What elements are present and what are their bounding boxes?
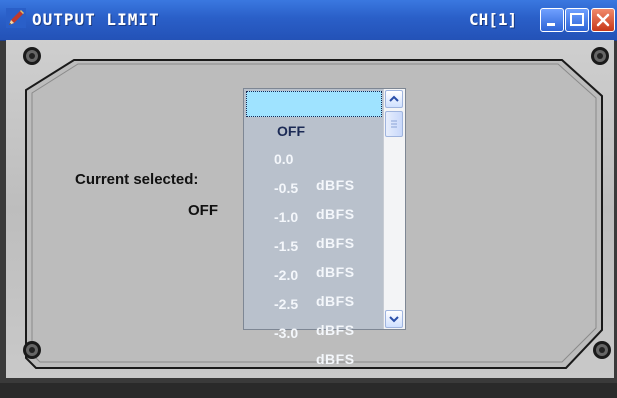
pencil-icon [6, 8, 26, 28]
maximize-icon [570, 13, 584, 26]
list-item[interactable]: 0.0 dBFS [246, 120, 382, 193]
list-item[interactable]: -2.0 dBFS [246, 236, 382, 309]
option-unit: dBFS [316, 351, 355, 367]
list-item-off[interactable]: OFF [246, 91, 382, 139]
maximize-button[interactable] [565, 8, 589, 32]
list-item[interactable]: -1.0 dBFS [246, 178, 382, 251]
chevron-up-icon [389, 95, 399, 102]
close-icon [596, 13, 610, 27]
channel-indicator: CH[1] [469, 10, 518, 29]
title-bar[interactable]: OUTPUT LIMIT CH[1] [0, 0, 617, 41]
list-item[interactable]: -1.5 dBFS [246, 207, 382, 280]
scroll-thumb[interactable] [385, 111, 403, 137]
current-selected-value: OFF [188, 202, 218, 219]
minimize-button[interactable] [540, 8, 564, 32]
close-button[interactable] [591, 8, 615, 32]
option-unit: dBFS [316, 322, 355, 338]
screw-icon [23, 341, 41, 359]
scroll-down-button[interactable] [385, 310, 403, 328]
minimize-icon [547, 23, 555, 26]
chevron-down-icon [389, 316, 399, 323]
screw-icon [593, 341, 611, 359]
option-list: OFF 0.0 dBFS -0.5 dBFS -1.0 dBFS -1.5 dB… [244, 89, 384, 367]
screw-icon [591, 47, 609, 65]
output-limit-window: OUTPUT LIMIT CH[1] Current selected: OFF… [0, 0, 617, 383]
vertical-scrollbar[interactable] [383, 89, 405, 329]
screw-icon [23, 47, 41, 65]
list-item[interactable]: -2.5 dBFS [246, 265, 382, 338]
window-title: OUTPUT LIMIT [32, 10, 160, 29]
current-selected-label: Current selected: [75, 171, 199, 188]
list-item[interactable]: -0.5 dBFS [246, 149, 382, 222]
scroll-up-button[interactable] [385, 90, 403, 108]
list-item[interactable]: -3.0 dBFS [246, 294, 382, 367]
option-value: -3.0 [274, 325, 299, 341]
output-limit-listbox[interactable]: OFF 0.0 dBFS -0.5 dBFS -1.0 dBFS -1.5 dB… [243, 88, 406, 367]
